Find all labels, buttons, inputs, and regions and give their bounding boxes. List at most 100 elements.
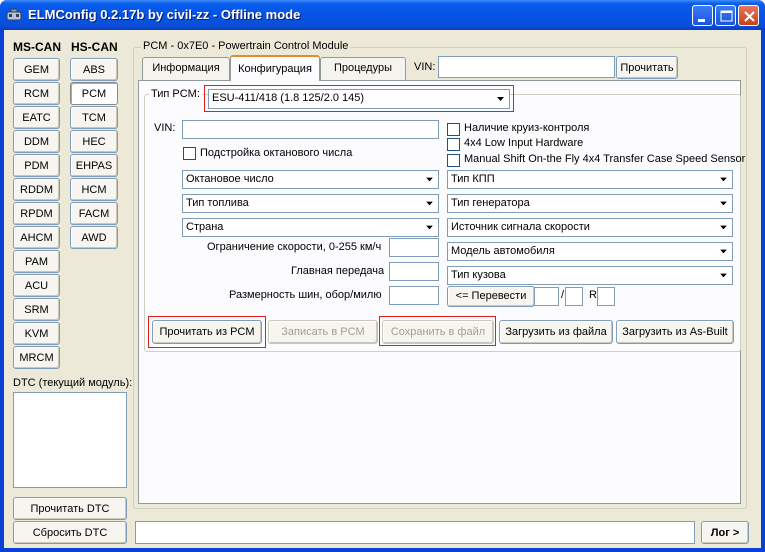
- config-vin-input[interactable]: [182, 120, 439, 139]
- module-button-facm[interactable]: FACM: [70, 202, 118, 225]
- module-button-rcm[interactable]: RCM: [13, 82, 60, 105]
- rim-label: R: [589, 289, 597, 301]
- right-select-3[interactable]: Модель автомобиля: [447, 242, 733, 261]
- title-bar[interactable]: ELMConfig 0.2.17b by civil-zz - Offline …: [0, 0, 765, 30]
- octane-tuning-label: Подстройка октанового числа: [200, 147, 353, 159]
- module-button-ehpas[interactable]: EHPAS: [70, 154, 118, 177]
- maximize-icon: [720, 10, 733, 22]
- low-input-label: 4x4 Low Input Hardware: [464, 137, 584, 149]
- vin-input[interactable]: [438, 56, 615, 78]
- octane-tuning-checkbox[interactable]: [183, 147, 196, 160]
- main-gear-label: Главная передача: [291, 265, 385, 277]
- cruise-label: Наличие круиз-контроля: [464, 122, 590, 134]
- ms-can-header: MS-CAN: [13, 40, 61, 54]
- tire-size-input[interactable]: [389, 286, 439, 305]
- tab-info[interactable]: Информация: [142, 57, 230, 80]
- chevron-down-icon: [716, 172, 731, 187]
- minimize-icon: [698, 19, 705, 22]
- module-button-pcm[interactable]: PCM: [70, 82, 118, 105]
- module-button-mrcm[interactable]: MRCM: [13, 346, 60, 369]
- cruise-checkbox[interactable]: [447, 123, 460, 136]
- tire-profile-input[interactable]: [565, 287, 583, 306]
- right-select-0[interactable]: Тип КПП: [447, 170, 733, 189]
- module-button-pdm[interactable]: PDM: [13, 154, 60, 177]
- type-highlight: [204, 85, 514, 112]
- left-select-1[interactable]: Тип топлива: [182, 194, 439, 213]
- read-vin-button[interactable]: Прочитать: [616, 56, 678, 79]
- chevron-down-icon: [422, 220, 437, 235]
- manual-shift-label: Manual Shift On-the Fly 4x4 Transfer Cas…: [464, 153, 746, 165]
- load-from-file-button[interactable]: Загрузить из файла: [499, 320, 613, 344]
- right-select-0-value: Тип КПП: [451, 173, 495, 185]
- read-dtc-button[interactable]: Прочитать DTC: [13, 497, 127, 520]
- speed-limit-input[interactable]: [389, 238, 439, 257]
- tire-rim-input[interactable]: [597, 287, 615, 306]
- read-highlight: [148, 316, 266, 348]
- app-window: ELMConfig 0.2.17b by civil-zz - Offline …: [0, 0, 765, 552]
- module-button-ahcm[interactable]: AHCM: [13, 226, 60, 249]
- module-button-rddm[interactable]: RDDM: [13, 178, 60, 201]
- tire-width-input[interactable]: [534, 287, 559, 306]
- tab-procedures[interactable]: Процедуры: [320, 57, 406, 80]
- maximize-button[interactable]: [715, 5, 736, 26]
- client-area: MS-CAN HS-CAN GEM RCM EATC DDM PDM RDDM RPDM AH…: [4, 30, 761, 548]
- module-button-pam[interactable]: PAM: [13, 250, 60, 273]
- left-select-1-value: Тип топлива: [186, 197, 249, 209]
- status-field: [135, 521, 695, 544]
- tire-size-label: Размерность шин, обор/милю: [229, 289, 382, 301]
- close-icon: [744, 11, 755, 22]
- save-highlight: [379, 316, 496, 346]
- manual-shift-checkbox[interactable]: [447, 154, 460, 167]
- chevron-down-icon: [716, 196, 731, 211]
- minimize-button[interactable]: [692, 5, 713, 26]
- speed-limit-label: Ограничение скорости, 0-255 км/ч: [207, 241, 382, 253]
- module-button-hec[interactable]: HEC: [70, 130, 118, 153]
- convert-button[interactable]: <= Перевести: [447, 286, 535, 307]
- low-input-checkbox[interactable]: [447, 138, 460, 151]
- main-gear-input[interactable]: [389, 262, 439, 281]
- left-select-0-value: Октановое число: [186, 173, 274, 185]
- pcm-type-label: Тип PCM:: [149, 88, 202, 100]
- dtc-list[interactable]: [13, 392, 127, 488]
- hs-can-header: HS-CAN: [71, 40, 118, 54]
- left-select-0[interactable]: Октановое число: [182, 170, 439, 189]
- window-title: ELMConfig 0.2.17b by civil-zz - Offline …: [28, 7, 301, 22]
- module-button-gem[interactable]: GEM: [13, 58, 60, 81]
- write-to-pcm-button[interactable]: Записать в PCM: [268, 320, 378, 344]
- module-button-tcm[interactable]: TCM: [70, 106, 118, 129]
- config-vin-label: VIN:: [154, 122, 176, 134]
- tab-config[interactable]: Конфигурация: [230, 55, 320, 81]
- right-select-1-value: Тип генератора: [451, 197, 530, 209]
- dtc-label: DTC (текущий модуль):: [13, 377, 133, 389]
- pcm-group-title: PCM - 0x7E0 - Powertrain Control Module: [141, 40, 351, 52]
- chevron-down-icon: [716, 220, 731, 235]
- right-select-2[interactable]: Источник сигнала скорости: [447, 218, 733, 237]
- load-asbuilt-button[interactable]: Загрузить из As-Built: [616, 320, 734, 344]
- module-button-srm[interactable]: SRM: [13, 298, 60, 321]
- module-button-awd[interactable]: AWD: [70, 226, 118, 249]
- right-select-2-value: Источник сигнала скорости: [451, 221, 590, 233]
- left-select-2-value: Страна: [186, 221, 224, 233]
- left-select-2[interactable]: Страна: [182, 218, 439, 237]
- chevron-down-icon: [716, 268, 731, 283]
- chevron-down-icon: [716, 244, 731, 259]
- app-icon: [6, 8, 22, 21]
- right-select-4-value: Тип кузова: [451, 269, 506, 281]
- right-select-3-value: Модель автомобиля: [451, 245, 555, 257]
- slash-label: /: [561, 289, 565, 301]
- vin-label: VIN:: [414, 61, 436, 73]
- chevron-down-icon: [422, 196, 437, 211]
- reset-dtc-button[interactable]: Сбросить DTC: [13, 521, 127, 544]
- module-button-kvm[interactable]: KVM: [13, 322, 60, 345]
- chevron-down-icon: [422, 172, 437, 187]
- right-select-4[interactable]: Тип кузова: [447, 266, 733, 285]
- module-button-ddm[interactable]: DDM: [13, 130, 60, 153]
- module-button-rpdm[interactable]: RPDM: [13, 202, 60, 225]
- module-button-acu[interactable]: ACU: [13, 274, 60, 297]
- right-select-1[interactable]: Тип генератора: [447, 194, 733, 213]
- log-button[interactable]: Лог >: [701, 521, 749, 544]
- module-button-hcm[interactable]: HCM: [70, 178, 118, 201]
- close-button[interactable]: [738, 5, 759, 26]
- module-button-abs[interactable]: ABS: [70, 58, 118, 81]
- module-button-eatc[interactable]: EATC: [13, 106, 60, 129]
